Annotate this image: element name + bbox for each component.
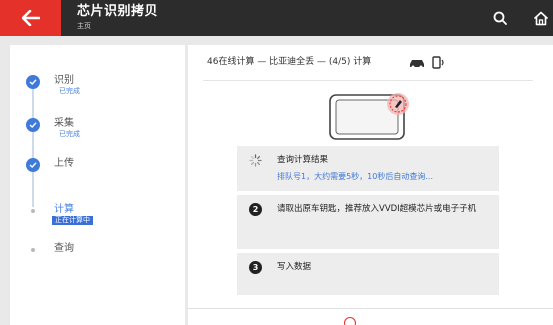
- step-label: 查询: [54, 243, 74, 254]
- function-header: 46在线计算 — 比亚迪全丢 — (4/5) 计算: [207, 57, 372, 67]
- check-icon: [26, 118, 40, 132]
- check-icon: [26, 75, 40, 89]
- step-status: 已完成: [59, 130, 80, 138]
- home-icon: [533, 11, 549, 25]
- home-button[interactable]: [530, 7, 552, 29]
- step-dot: [31, 209, 35, 213]
- step-calculate: 计算 正在计算中: [10, 204, 185, 234]
- step-query: 查询: [10, 243, 185, 273]
- breadcrumb[interactable]: 主页: [77, 21, 158, 31]
- card-title: 请取出原车钥匙，推荐放入VVDI超模芯片或电子子机: [277, 204, 477, 214]
- step-card-query-result: 查询计算结果 排队号1，大约需要5秒，10秒后自动查询...: [237, 146, 499, 191]
- header-divider: [203, 80, 533, 81]
- step-status: 已完成: [59, 87, 80, 95]
- step-card-write-data: 3 写入数据: [237, 253, 499, 295]
- step-label: 上传: [54, 158, 74, 169]
- page-title: 芯片识别拷贝: [77, 4, 159, 19]
- step-number-badge: 3: [249, 261, 262, 274]
- card-title: 写入数据: [277, 262, 312, 272]
- car-icon[interactable]: [408, 57, 426, 69]
- step-label: 采集: [54, 118, 74, 129]
- step-card-insert-key: 2 请取出原车钥匙，推荐放入VVDI超模芯片或电子子机: [237, 195, 499, 249]
- step-collect: 采集 已完成: [10, 118, 185, 148]
- queue-status: 排队号1，大约需要5秒，10秒后自动查询...: [277, 172, 433, 181]
- card-title: 查询计算结果: [277, 155, 329, 165]
- status-badge: 正在计算中: [52, 216, 93, 225]
- step-upload: 上传: [10, 158, 185, 188]
- progress-sidebar: 识别 已完成 采集 已完成 上传 计算 正在计算中 查询: [10, 45, 185, 325]
- top-bar: 芯片识别拷贝 主页: [0, 0, 553, 36]
- title-block: 芯片识别拷贝 主页: [77, 4, 158, 31]
- main-panel: 46在线计算 — 比亚迪全丢 — (4/5) 计算 查询计算结果 排队号1，大约…: [188, 45, 553, 325]
- step-number-badge: 2: [249, 203, 262, 216]
- step-label: 计算: [54, 204, 74, 215]
- step-label: 识别: [54, 75, 74, 86]
- footer-divider: [188, 308, 553, 309]
- phone-icon[interactable]: [431, 56, 445, 69]
- action-button[interactable]: [344, 317, 356, 325]
- back-button[interactable]: [0, 0, 61, 36]
- key-programmer-device-image: [329, 93, 409, 140]
- step-identify: 识别 已完成: [10, 75, 185, 105]
- search-icon: [493, 11, 507, 25]
- check-icon: [26, 158, 40, 172]
- loading-spinner-icon: [249, 154, 262, 167]
- step-dot: [31, 248, 35, 252]
- search-button[interactable]: [489, 7, 511, 29]
- arrow-left-icon: [21, 10, 40, 26]
